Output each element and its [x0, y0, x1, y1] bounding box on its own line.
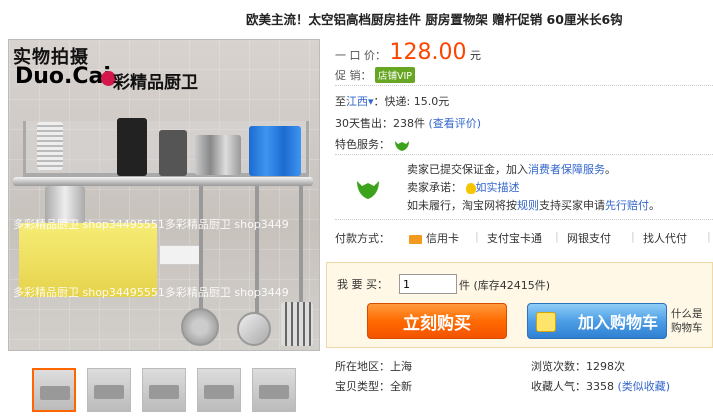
divider: | — [555, 230, 559, 243]
brand-logo-cn: 彩精品厨卫 — [113, 73, 198, 93]
credit-card-icon — [409, 234, 422, 244]
watermark-bottom: 多彩精品厨卫 shop34495551多彩精品厨卫 shop3449 — [13, 286, 289, 299]
main-product-image[interactable]: 实物拍摄 Duo.Cai 彩精品厨卫 多彩精品厨卫 shop34495551多彩… — [8, 39, 320, 351]
price-value: 128.00 — [389, 40, 467, 65]
guarantee-text: 。 — [605, 163, 616, 176]
favorites-text: 收藏人气：3358 — [531, 380, 614, 393]
thumbnail-preview — [94, 385, 124, 399]
quantity-label: 我 要 买： — [337, 278, 388, 291]
add-to-cart-button[interactable]: 加入购物车 — [527, 303, 667, 339]
guarantee-box: 卖家已提交保证金，加入消费者保障服务。 卖家承诺： 如实描述 如未履行，淘宝网将… — [335, 154, 713, 220]
guarantee-line-1: 卖家已提交保证金，加入消费者保障服务。 — [407, 161, 616, 177]
thumbnail-strip — [32, 368, 296, 412]
payment-online-banking[interactable]: 网银支付 — [567, 230, 611, 246]
payment-credit-card[interactable]: 信用卡 — [409, 230, 459, 246]
cans — [249, 126, 301, 176]
promo-label: 促 销： — [335, 69, 372, 82]
similar-favorites-link[interactable]: (类似收藏) — [618, 380, 671, 393]
hook-3 — [299, 186, 303, 306]
shipping-row: 至江西▾：快递: 15.0元 — [335, 93, 449, 109]
divider: | — [475, 230, 479, 243]
grater — [37, 122, 63, 170]
thumbnail[interactable] — [142, 368, 186, 412]
thumbnail[interactable] — [252, 368, 296, 412]
utensil-cup — [159, 130, 187, 176]
what-is-cart-help[interactable]: 什么是 购物车 — [671, 307, 703, 335]
spice-jars — [195, 135, 241, 175]
consumer-protection-icon — [357, 181, 379, 199]
special-service-label: 特色服务： — [335, 138, 390, 151]
sales-count: 30天售出：238件 — [335, 117, 425, 130]
divider — [335, 85, 713, 86]
shipping-sep: ： — [373, 95, 385, 108]
favorites-count: 收藏人气：3358 (类似收藏) — [531, 378, 670, 394]
stock-text: 件 (库存42415件) — [459, 279, 551, 292]
guarantee-line-3: 如未履行，淘宝网将按规则支持买家申请先行赔付。 — [407, 197, 660, 213]
thumbnail[interactable] — [87, 368, 131, 412]
shipping-to: 至 — [335, 95, 346, 108]
slotted-turner — [281, 302, 313, 346]
payment-pay-for-me[interactable]: 找人代付 — [643, 230, 687, 246]
quantity-input[interactable] — [399, 274, 457, 294]
view-reviews-link[interactable]: (查看评价) — [429, 117, 482, 130]
location-info: 所在地区：上海 — [335, 360, 412, 373]
thumbnail-preview — [259, 385, 289, 399]
divider: | — [707, 230, 711, 243]
thumbnail[interactable] — [32, 368, 76, 412]
thumbnail-preview — [40, 386, 70, 400]
advance-compensation-link[interactable]: 先行赔付 — [605, 199, 649, 212]
accurate-description-link[interactable]: 如实描述 — [476, 181, 520, 194]
cart-icon — [536, 312, 556, 332]
thumbnail[interactable] — [197, 368, 241, 412]
price-row: 一 口 价： 128.00 元 — [335, 40, 481, 65]
guarantee-line-2: 卖家承诺： 如实描述 — [407, 179, 520, 195]
special-service-row: 特色服务： — [335, 136, 410, 152]
guarantee-text: 。 — [649, 199, 660, 212]
sales-row: 30天售出：238件 (查看评价) — [335, 115, 481, 131]
what-is-cart-line-1: 什么是 — [671, 308, 703, 320]
promo-row: 促 销： 店铺VIP — [335, 67, 416, 83]
payment-label: 付款方式： — [335, 232, 390, 245]
what-is-cart-line-2: 购物车 — [671, 322, 703, 334]
consumer-protection-icon[interactable] — [394, 138, 410, 152]
payment-alipay-card[interactable]: 支付宝卡通 — [487, 230, 542, 246]
wall-outlet — [159, 245, 201, 265]
buy-now-button[interactable]: 立刻购买 — [367, 303, 507, 339]
watermark-top: 多彩精品厨卫 shop34495551多彩精品厨卫 shop3449 — [13, 218, 289, 231]
view-count: 浏览次数：1298次 — [531, 360, 625, 373]
shipping-fee: 快递: 15.0元 — [384, 95, 450, 108]
item-type: 宝贝类型：全新 — [335, 380, 412, 393]
ladle — [237, 312, 271, 346]
price-unit: 元 — [469, 49, 481, 62]
divider: | — [631, 230, 635, 243]
strainer-ladle — [181, 308, 219, 346]
guarantee-text: 支持买家申请 — [539, 199, 605, 212]
thumbnail-preview — [149, 385, 179, 399]
thumbnail-preview — [204, 385, 234, 399]
protection-service-link[interactable]: 消费者保障服务 — [528, 163, 605, 176]
city-select[interactable]: 江西 — [346, 95, 368, 108]
vip-badge: 店铺VIP — [375, 67, 416, 83]
add-to-cart-label: 加入购物车 — [577, 313, 658, 332]
guarantee-text: 卖家已提交保证金，加入 — [407, 163, 528, 176]
rules-link[interactable]: 规则 — [517, 199, 539, 212]
buy-box: 我 要 买： 件 (库存42415件) 立刻购买 加入购物车 什么是 购物车 — [326, 262, 713, 348]
brand-logo-en: Duo.Cai — [15, 64, 111, 89]
payment-option-label: 信用卡 — [426, 232, 459, 245]
item-title: 欧美主流！太空铝高档厨房挂件 厨房置物架 赠杆促销 60厘米长6钩 — [246, 12, 623, 27]
guarantee-text: 如未履行，淘宝网将按 — [407, 199, 517, 212]
price-label: 一 口 价： — [335, 49, 386, 62]
knife-block — [117, 118, 147, 176]
promise-label: 卖家承诺： — [407, 181, 462, 194]
hanging-rail — [13, 177, 313, 186]
bulb-icon — [465, 182, 476, 194]
